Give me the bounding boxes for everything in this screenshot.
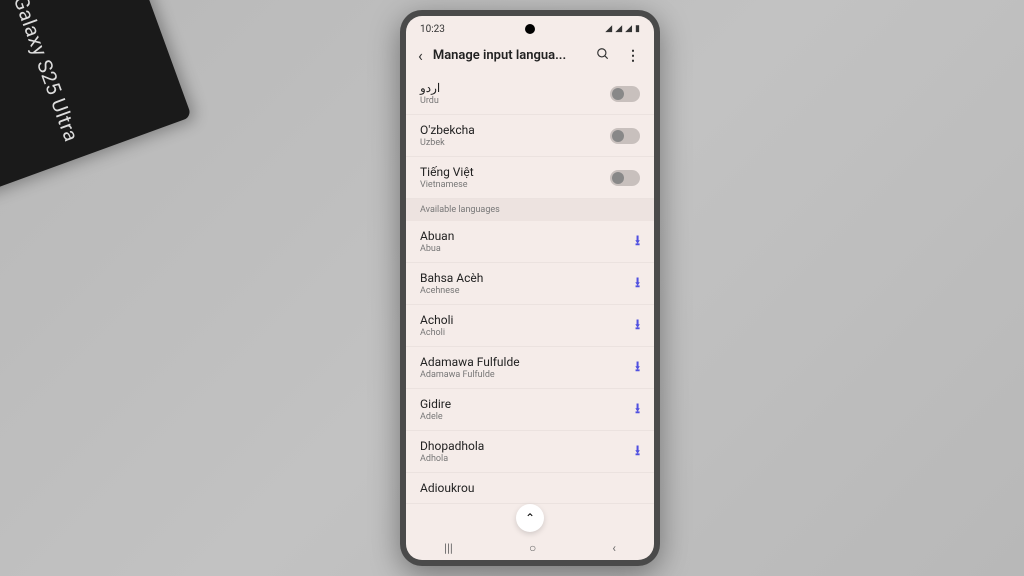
language-toggle[interactable] — [610, 86, 640, 102]
language-name: Tiếng Việt — [420, 165, 474, 179]
list-item[interactable]: اردو Urdu — [406, 73, 654, 115]
list-item[interactable]: Adioukrou — [406, 473, 654, 504]
download-button[interactable]: ⭳ — [635, 230, 640, 254]
list-item[interactable]: Gidire Adele ⭳ — [406, 389, 654, 431]
language-subtitle: Urdu — [420, 96, 440, 106]
language-name: Adioukrou — [420, 481, 474, 495]
list-item[interactable]: Tiếng Việt Vietnamese — [406, 157, 654, 199]
download-button[interactable]: ⭳ — [635, 356, 640, 380]
language-subtitle: Adele — [420, 412, 451, 422]
language-subtitle: Uzbek — [420, 138, 475, 148]
language-name: Acholi — [420, 313, 453, 327]
nav-home-button[interactable]: ○ — [509, 541, 556, 555]
language-subtitle: Adamawa Fulfulde — [420, 370, 520, 380]
product-box-label: Galaxy S25 Ultra — [9, 0, 84, 145]
camera-notch — [525, 24, 535, 34]
language-name: اردو — [420, 81, 440, 95]
list-item[interactable]: Acholi Acholi ⭳ — [406, 305, 654, 347]
phone-screen: 10:23 ◢ ◢ ◢ ▮ ‹ Manage input langua... ⋮… — [406, 16, 654, 560]
language-subtitle: Vietnamese — [420, 180, 474, 190]
nav-recents-button[interactable]: ||| — [424, 541, 473, 555]
language-name: Abuan — [420, 229, 454, 243]
download-button[interactable]: ⭳ — [635, 272, 640, 296]
list-item[interactable]: Abuan Abua ⭳ — [406, 221, 654, 263]
language-name: Bahsa Acèh — [420, 271, 483, 285]
search-button[interactable] — [592, 45, 614, 67]
phone-frame: 10:23 ◢ ◢ ◢ ▮ ‹ Manage input langua... ⋮… — [400, 10, 660, 566]
wifi-icon: ◢ — [615, 24, 622, 34]
language-list[interactable]: اردو Urdu O'zbekcha Uzbek Tiếng Việt Vie… — [406, 73, 654, 536]
language-subtitle: Acholi — [420, 328, 453, 338]
download-button[interactable]: ⭳ — [635, 398, 640, 422]
list-item[interactable]: O'zbekcha Uzbek — [406, 115, 654, 157]
download-button[interactable]: ⭳ — [635, 314, 640, 338]
language-subtitle: Abua — [420, 244, 454, 254]
signal-icon: ◢ — [625, 24, 632, 34]
list-item[interactable]: Dhopadhola Adhola ⭳ — [406, 431, 654, 473]
language-name: Adamawa Fulfulde — [420, 355, 520, 369]
language-toggle[interactable] — [610, 128, 640, 144]
language-subtitle: Adhola — [420, 454, 484, 464]
list-item[interactable]: Adamawa Fulfulde Adamawa Fulfulde ⭳ — [406, 347, 654, 389]
language-name: Gidire — [420, 397, 451, 411]
page-title: Manage input langua... — [433, 48, 584, 63]
language-name: O'zbekcha — [420, 123, 475, 137]
navigation-bar: ||| ○ ‹ — [406, 536, 654, 560]
status-icons: ◢ ◢ ◢ ▮ — [605, 24, 640, 34]
language-subtitle: Acehnese — [420, 286, 483, 296]
section-header: Available languages — [406, 199, 654, 221]
language-name: Dhopadhola — [420, 439, 484, 453]
back-button[interactable]: ‹ — [416, 44, 425, 67]
status-time: 10:23 — [420, 24, 445, 35]
more-options-button[interactable]: ⋮ — [622, 46, 644, 66]
battery-icon: ▮ — [635, 24, 640, 34]
list-item[interactable]: Bahsa Acèh Acehnese ⭳ — [406, 263, 654, 305]
volume-icon: ◢ — [605, 24, 612, 34]
language-toggle[interactable] — [610, 170, 640, 186]
scroll-top-button[interactable]: ⌃ — [516, 504, 544, 532]
app-header: ‹ Manage input langua... ⋮ — [406, 38, 654, 73]
nav-back-button[interactable]: ‹ — [592, 541, 636, 555]
download-button[interactable]: ⭳ — [635, 440, 640, 464]
product-box: Galaxy S25 Ultra — [0, 0, 192, 199]
